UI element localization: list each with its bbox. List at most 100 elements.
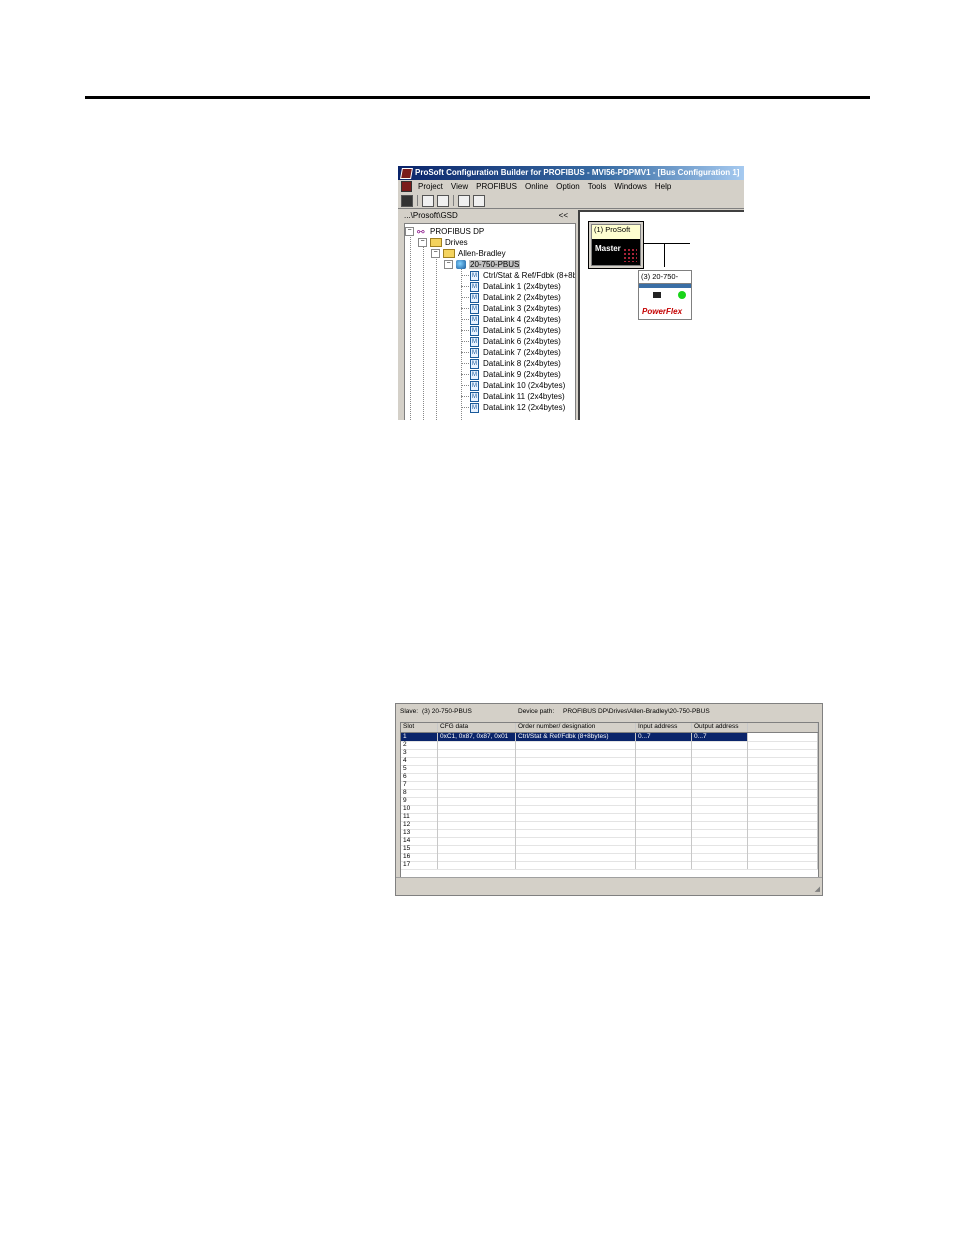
table-cell[interactable]: [692, 765, 748, 773]
table-cell[interactable]: [516, 805, 636, 813]
table-cell[interactable]: 16: [401, 853, 438, 861]
table-cell[interactable]: [438, 861, 516, 869]
table-cell[interactable]: [438, 821, 516, 829]
tree-node-module[interactable]: M DataLink 8 (2x4bytes): [470, 358, 561, 369]
table-cell[interactable]: [438, 765, 516, 773]
tree-node-module[interactable]: M DataLink 4 (2x4bytes): [470, 314, 561, 325]
print-icon[interactable]: [422, 194, 434, 207]
tree-node-module[interactable]: M DataLink 1 (2x4bytes): [470, 281, 561, 292]
table-cell[interactable]: [438, 741, 516, 749]
tree-node-device[interactable]: −20-750-PBUS: [444, 259, 521, 270]
table-cell[interactable]: [692, 773, 748, 781]
table-cell[interactable]: [748, 773, 818, 781]
master-station[interactable]: (1) ProSoft Master: [588, 221, 644, 269]
table-cell[interactable]: 1: [401, 733, 438, 741]
table-cell[interactable]: [438, 813, 516, 821]
table-cell[interactable]: [438, 837, 516, 845]
table-cell[interactable]: [692, 757, 748, 765]
resize-grip-icon[interactable]: ◢: [815, 885, 820, 893]
table-cell[interactable]: [748, 781, 818, 789]
table-cell[interactable]: [636, 781, 692, 789]
table-cell[interactable]: 0...7: [692, 733, 748, 741]
slot-table[interactable]: Slot CFG data Order number/ designation Inp…: [400, 722, 819, 879]
tree-node-module[interactable]: M DataLink 12 (2x4bytes): [470, 402, 565, 413]
table-cell[interactable]: 7: [401, 781, 438, 789]
table-cell[interactable]: [636, 741, 692, 749]
table-cell[interactable]: 6: [401, 773, 438, 781]
table-cell[interactable]: [516, 757, 636, 765]
table-cell[interactable]: [636, 813, 692, 821]
table-cell[interactable]: [748, 797, 818, 805]
menu-online[interactable]: Online: [521, 180, 552, 193]
table-cell[interactable]: [516, 845, 636, 853]
tree-node-module[interactable]: M Ctrl/Stat & Ref/Fdbk (8+8b: [470, 270, 575, 281]
table-cell[interactable]: 15: [401, 845, 438, 853]
column-header[interactable]: Slot: [401, 723, 438, 732]
table-cell[interactable]: 0...7: [636, 733, 692, 741]
table-cell[interactable]: [692, 861, 748, 869]
collapse-button[interactable]: <<: [559, 210, 568, 222]
upload-icon[interactable]: [458, 194, 470, 207]
print-preview-icon[interactable]: [437, 194, 449, 207]
table-cell[interactable]: [438, 829, 516, 837]
connect-icon[interactable]: [473, 194, 485, 207]
tree-node-module[interactable]: M DataLink 3 (2x4bytes): [470, 303, 561, 314]
table-cell[interactable]: [692, 797, 748, 805]
table-cell[interactable]: [748, 789, 818, 797]
table-cell[interactable]: [636, 797, 692, 805]
table-cell[interactable]: [438, 749, 516, 757]
column-header[interactable]: Output address: [692, 723, 748, 732]
table-cell[interactable]: [748, 821, 818, 829]
table-cell[interactable]: [516, 813, 636, 821]
table-cell[interactable]: [438, 853, 516, 861]
table-cell[interactable]: 14: [401, 837, 438, 845]
table-cell[interactable]: [636, 749, 692, 757]
table-cell[interactable]: [748, 845, 818, 853]
table-cell[interactable]: [636, 853, 692, 861]
table-cell[interactable]: [692, 805, 748, 813]
menu-help[interactable]: Help: [651, 180, 675, 193]
table-cell[interactable]: [438, 805, 516, 813]
tree-node-module[interactable]: M DataLink 2 (2x4bytes): [470, 292, 561, 303]
column-header[interactable]: CFG data: [438, 723, 516, 732]
tree-node-allen-bradley[interactable]: − Allen-Bradley: [431, 248, 506, 259]
table-cell[interactable]: [692, 853, 748, 861]
table-cell[interactable]: 8: [401, 789, 438, 797]
table-cell[interactable]: [516, 765, 636, 773]
menu-option[interactable]: Option: [552, 180, 584, 193]
table-cell[interactable]: [748, 765, 818, 773]
table-cell[interactable]: [438, 789, 516, 797]
table-cell[interactable]: [516, 861, 636, 869]
table-cell[interactable]: [692, 813, 748, 821]
window-titlebar[interactable]: ProSoft Configuration Builder for PROFIB…: [398, 166, 744, 180]
table-cell[interactable]: [636, 765, 692, 773]
table-cell[interactable]: [636, 757, 692, 765]
table-cell[interactable]: [516, 789, 636, 797]
menu-profibus[interactable]: PROFIBUS: [472, 180, 521, 193]
table-cell[interactable]: 17: [401, 861, 438, 869]
tree-node-profibus-dp[interactable]: − ⚯ PROFIBUS DP: [405, 226, 484, 237]
table-cell[interactable]: 10: [401, 805, 438, 813]
tree-node-module[interactable]: M DataLink 10 (2x4bytes): [470, 380, 565, 391]
table-cell[interactable]: [748, 829, 818, 837]
table-cell[interactable]: Ctrl/Stat & Ref/Fdbk (8+8bytes): [516, 733, 636, 741]
table-cell[interactable]: [692, 821, 748, 829]
table-cell[interactable]: [748, 749, 818, 757]
table-cell[interactable]: 2: [401, 741, 438, 749]
table-cell[interactable]: [748, 837, 818, 845]
table-cell[interactable]: [748, 805, 818, 813]
table-cell[interactable]: [516, 797, 636, 805]
table-cell[interactable]: [748, 733, 818, 741]
table-cell[interactable]: [748, 853, 818, 861]
table-cell[interactable]: [692, 829, 748, 837]
table-cell[interactable]: 3: [401, 749, 438, 757]
device-tree[interactable]: − ⚯ PROFIBUS DP − Drives − Allen-Bradley −20…: [404, 223, 576, 420]
table-cell[interactable]: [692, 837, 748, 845]
tree-node-drives[interactable]: − Drives: [418, 237, 468, 248]
table-cell[interactable]: [636, 845, 692, 853]
table-cell[interactable]: [438, 845, 516, 853]
column-header[interactable]: Input address: [636, 723, 692, 732]
collapse-node-icon[interactable]: −: [418, 238, 427, 248]
menu-windows[interactable]: Windows: [610, 180, 650, 193]
menu-project[interactable]: Project: [414, 180, 447, 193]
